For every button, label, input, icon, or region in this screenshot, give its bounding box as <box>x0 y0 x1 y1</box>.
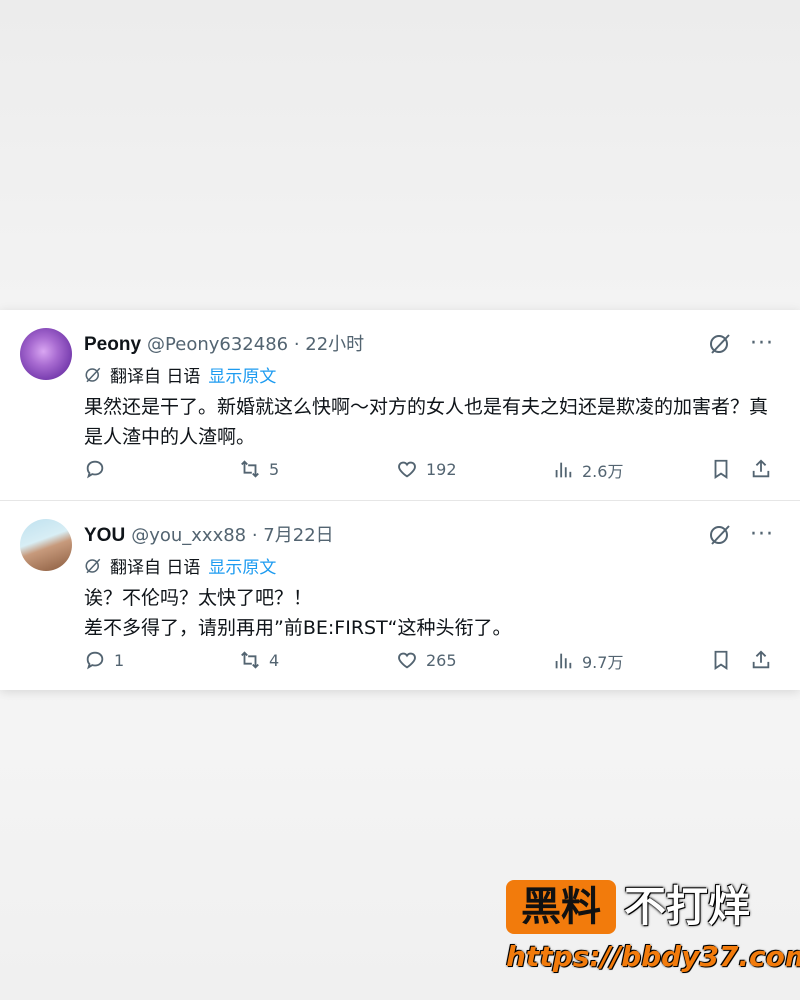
views-icon <box>555 462 572 478</box>
avatar[interactable] <box>20 519 72 571</box>
like-button[interactable]: 192 <box>396 458 457 480</box>
like-button[interactable]: 265 <box>396 649 457 671</box>
repost-count: 4 <box>269 650 280 670</box>
share-button[interactable] <box>750 458 772 480</box>
bookmark-icon <box>714 459 728 479</box>
watermark-url: https://bbdy37.com <box>506 940 800 973</box>
views-button[interactable]: 2.6万 <box>552 458 623 482</box>
reply-icon <box>86 651 104 670</box>
action-bar: 1 4 265 9.7万 <box>84 649 774 677</box>
views-button[interactable]: 9.7万 <box>552 649 623 673</box>
like-count: 265 <box>426 650 457 670</box>
tweet[interactable]: YOU @you_xxx88 · 7月22日 ··· 翻译自 日语 显示原文 诶？… <box>0 501 800 691</box>
bookmark-button[interactable] <box>710 458 732 480</box>
tweet-text: 诶？不伦吗？太快了吧？！ 差不多得了，请别再用”前BE:FIRST“这种头衔了。 <box>84 583 774 643</box>
tweet[interactable]: Peony @Peony632486 · 22小时 ··· 翻译自 日语 显示原文… <box>0 310 800 500</box>
translate-label: 翻译自 日语 <box>110 558 201 578</box>
watermark-text: 不打烊 <box>624 882 751 931</box>
reply-button[interactable] <box>84 458 114 480</box>
translate-icon <box>85 558 101 573</box>
more-icon[interactable]: ··· <box>750 333 774 355</box>
tweet-header: Peony @Peony632486 · 22小时 <box>84 330 364 356</box>
watermark-box: 黑料 <box>506 880 616 934</box>
more-icon[interactable]: ··· <box>750 524 774 546</box>
views-count: 2.6万 <box>582 462 624 481</box>
translate-label: 翻译自 日语 <box>110 367 201 387</box>
watermark: 黑料 不打烊 https://bbdy37.com <box>506 880 800 980</box>
tweet-top-actions: ··· <box>708 523 774 547</box>
repost-count: 5 <box>269 459 280 479</box>
tweet-text-line: 诶？不伦吗？太快了吧？！ <box>84 587 313 609</box>
handle-time[interactable]: @you_xxx88 · 7月22日 <box>131 525 333 546</box>
tweet-header: YOU @you_xxx88 · 7月22日 <box>84 521 334 547</box>
display-name[interactable]: Peony <box>84 334 141 355</box>
share-button[interactable] <box>750 649 772 671</box>
repost-button[interactable]: 4 <box>239 649 279 671</box>
like-count: 192 <box>426 459 457 479</box>
bookmark-button[interactable] <box>710 649 732 671</box>
action-bar: 5 192 2.6万 <box>84 458 774 486</box>
translation-row: 翻译自 日语 显示原文 <box>84 553 276 578</box>
show-original-link[interactable]: 显示原文 <box>208 553 276 578</box>
avatar[interactable] <box>20 328 72 380</box>
repost-icon <box>241 651 259 669</box>
reply-button[interactable]: 1 <box>84 649 124 671</box>
grok-icon[interactable] <box>708 332 732 356</box>
translation-row: 翻译自 日语 显示原文 <box>84 362 276 387</box>
repost-icon <box>241 460 259 478</box>
display-name[interactable]: YOU <box>84 525 125 546</box>
translate-icon <box>85 367 101 382</box>
share-icon <box>752 650 770 669</box>
bookmark-icon <box>714 650 728 670</box>
reply-icon <box>86 460 104 479</box>
tweet-text: 果然还是干了。新婚就这么快啊～对方的女人也是有夫之妇还是欺凌的加害者？真是人渣中… <box>84 396 769 448</box>
share-icon <box>752 459 770 478</box>
views-count: 9.7万 <box>582 653 624 672</box>
like-icon <box>398 652 416 669</box>
tweet-list: Peony @Peony632486 · 22小时 ··· 翻译自 日语 显示原文… <box>0 310 800 690</box>
show-original-link[interactable]: 显示原文 <box>208 362 276 387</box>
like-icon <box>398 461 416 478</box>
grok-icon[interactable] <box>708 523 732 547</box>
views-icon <box>555 653 572 669</box>
repost-button[interactable]: 5 <box>239 458 279 480</box>
tweet-top-actions: ··· <box>708 332 774 356</box>
handle-time[interactable]: @Peony632486 · 22小时 <box>147 334 364 355</box>
reply-count: 1 <box>114 650 125 670</box>
tweet-text-line: 差不多得了，请别再用”前BE:FIRST“这种头衔了。 <box>84 617 512 639</box>
